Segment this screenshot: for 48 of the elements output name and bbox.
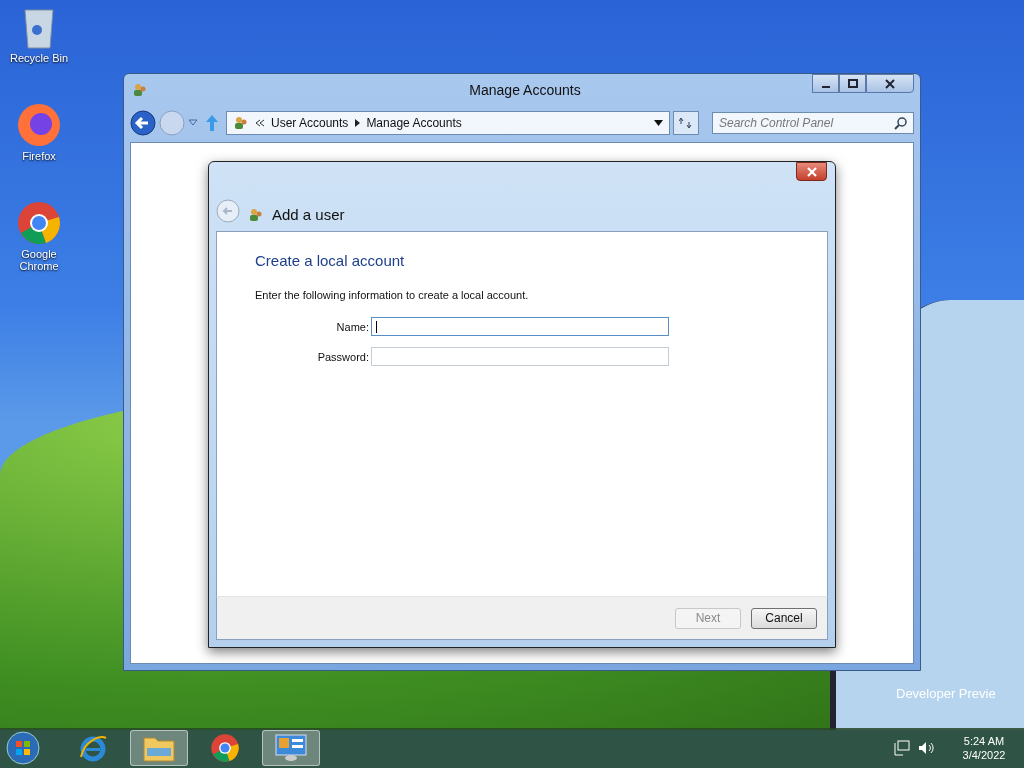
refresh-icon: [679, 117, 693, 129]
folder-icon: [143, 734, 175, 762]
window-title: Manage Accounts: [468, 82, 582, 98]
field-label: Password:: [316, 350, 369, 363]
chevron-icon: [255, 119, 265, 127]
breadcrumb-arrow-icon: [354, 119, 361, 127]
dialog-title: Add a user: [272, 206, 345, 223]
users-icon: [132, 82, 148, 98]
start-button[interactable]: [6, 731, 40, 765]
clock-time[interactable]: 5:24 AM: [963, 735, 1005, 747]
input-field[interactable]: [371, 317, 669, 336]
speaker-icon[interactable]: [918, 740, 934, 756]
input-field[interactable]: [371, 347, 669, 366]
back-button[interactable]: [130, 110, 156, 136]
chrome-icon[interactable]: [16, 200, 62, 246]
desktop-icon-label[interactable]: Recycle Bin: [4, 52, 74, 64]
maximize-button[interactable]: [839, 74, 866, 93]
section-heading: Create a local account: [255, 252, 406, 269]
dropdown-arrow-icon[interactable]: [654, 120, 663, 126]
search-field[interactable]: Search Control Panel: [712, 112, 914, 134]
taskbar-button[interactable]: [262, 730, 320, 766]
browser-e-icon: [78, 733, 108, 763]
minimize-icon: [821, 85, 830, 88]
network-icon[interactable]: [894, 740, 910, 756]
maximize-icon: [847, 78, 858, 89]
breadcrumb-link[interactable]: User Accounts: [271, 116, 349, 130]
field-label: Name:: [335, 320, 369, 333]
search-icon[interactable]: [894, 117, 907, 130]
close-button[interactable]: [796, 162, 827, 181]
close-icon: [806, 166, 817, 177]
clock-date[interactable]: 3/4/2022: [962, 749, 1006, 761]
address-bar[interactable]: User Accounts Manage Accounts: [226, 111, 670, 135]
taskbar-button[interactable]: [130, 730, 188, 766]
close-icon: [885, 78, 895, 89]
users-icon: [233, 115, 249, 131]
chrome-icon: [210, 733, 240, 763]
minimize-button[interactable]: [812, 74, 839, 93]
desktop-icon-label[interactable]: Google Chrome: [4, 248, 74, 272]
recycle-bin-icon[interactable]: [22, 6, 56, 50]
control-panel-icon: [275, 734, 307, 762]
instruction-text: Enter the following information to create a local account.: [255, 289, 530, 301]
close-button[interactable]: [866, 74, 914, 93]
watermark-text: Developer Previe: [896, 686, 996, 701]
breadcrumb-link[interactable]: Manage Accounts: [366, 116, 462, 130]
refresh-button[interactable]: [673, 111, 699, 135]
users-icon: [248, 207, 264, 223]
desktop-icon-label[interactable]: Firefox: [4, 150, 74, 162]
dialog-button[interactable]: Cancel: [751, 607, 817, 629]
